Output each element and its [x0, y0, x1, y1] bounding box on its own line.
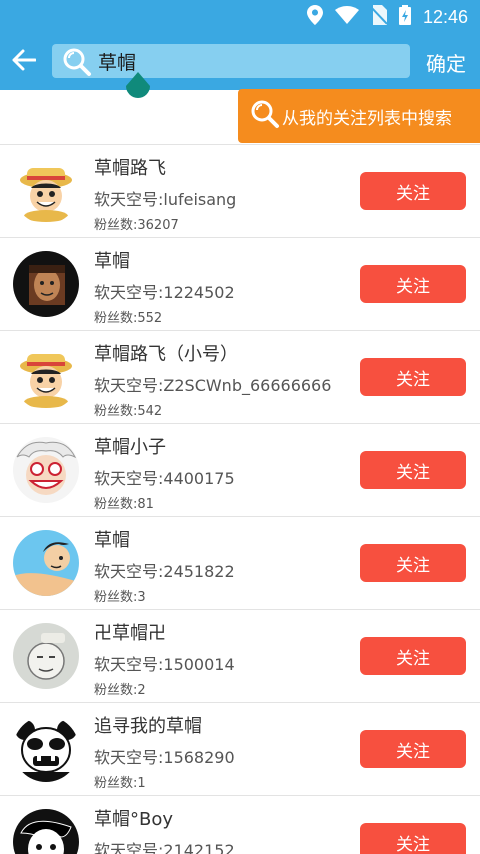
user-row[interactable]: 草帽路飞（小号） 软天空号:Z2SCWnb_66666666 粉丝数:542 关…	[0, 330, 480, 423]
user-row[interactable]: 追寻我的草帽 软天空号:1568290 粉丝数:1 关注	[0, 702, 480, 795]
follow-button[interactable]: 关注	[360, 730, 466, 768]
user-id: 软天空号:1224502	[94, 283, 235, 302]
no-sim-icon	[370, 5, 388, 29]
user-row[interactable]: 草帽 软天空号:2451822 粉丝数:3 关注	[0, 516, 480, 609]
back-arrow-icon	[12, 49, 37, 75]
user-fans: 粉丝数:1	[94, 776, 146, 791]
search-box[interactable]	[52, 44, 410, 78]
gear-fifth-luffy-icon[interactable]	[13, 437, 79, 503]
battery-charging-icon	[398, 5, 411, 29]
user-row[interactable]: 草帽°Boy 软天空号:2142152 关注	[0, 795, 480, 854]
text-cursor-handle[interactable]	[124, 72, 152, 108]
user-name: 草帽路飞（小号）	[94, 344, 238, 365]
luffy-straw-hat-icon[interactable]	[13, 158, 79, 224]
confirm-button[interactable]: 确定	[426, 48, 466, 77]
luffy-straw-hat-icon[interactable]	[13, 344, 79, 410]
follow-button[interactable]: 关注	[360, 544, 466, 582]
user-id: 软天空号:1500014	[94, 655, 235, 674]
user-name: 卍草帽卍	[94, 623, 166, 644]
search-in-following-label: 从我的关注列表中搜索	[282, 108, 452, 129]
user-fans: 粉丝数:36207	[94, 218, 179, 233]
meme-face-icon[interactable]	[13, 623, 79, 689]
luffy-sky-icon[interactable]	[13, 530, 79, 596]
user-id: 软天空号:2451822	[94, 562, 235, 581]
user-row[interactable]: 草帽 软天空号:1224502 粉丝数:552 关注	[0, 237, 480, 330]
user-id: 软天空号:Z2SCWnb_66666666	[94, 376, 332, 395]
follow-button[interactable]: 关注	[360, 358, 466, 396]
user-name: 草帽°Boy	[94, 809, 174, 830]
user-row[interactable]: 草帽小子 软天空号:4400175 粉丝数:81 关注	[0, 423, 480, 516]
search-header: 确定	[0, 34, 480, 90]
user-id: 软天空号:1568290	[94, 748, 235, 767]
manga-luffy-icon[interactable]	[13, 809, 79, 854]
follow-button[interactable]: 关注	[360, 172, 466, 210]
user-fans: 粉丝数:2	[94, 683, 146, 698]
user-name: 草帽路飞	[94, 158, 166, 179]
user-id: 软天空号:2142152	[94, 841, 235, 854]
back-button[interactable]	[8, 46, 40, 78]
search-icon	[62, 47, 92, 81]
status-bar: 12:46	[0, 0, 480, 34]
user-name: 草帽	[94, 251, 130, 272]
user-name: 草帽	[94, 530, 130, 551]
screen: 12:46 确定	[0, 0, 480, 854]
follow-button[interactable]: 关注	[360, 265, 466, 303]
location-icon	[306, 5, 323, 29]
search-in-following-button[interactable]: 从我的关注列表中搜索	[238, 89, 480, 143]
status-icons: 12:46	[306, 5, 468, 29]
user-name: 草帽小子	[94, 437, 166, 458]
user-row[interactable]: 草帽路飞 软天空号:lufeisang 粉丝数:36207 关注	[0, 144, 480, 237]
follow-button[interactable]: 关注	[360, 451, 466, 489]
follow-button[interactable]: 关注	[360, 637, 466, 675]
user-id: 软天空号:4400175	[94, 469, 235, 488]
user-name: 追寻我的草帽	[94, 716, 202, 737]
user-fans: 粉丝数:542	[94, 404, 163, 419]
user-id: 软天空号:lufeisang	[94, 190, 237, 209]
user-row[interactable]: 卍草帽卍 软天空号:1500014 粉丝数:2 关注	[0, 609, 480, 702]
search-icon	[250, 99, 280, 133]
user-fans: 粉丝数:552	[94, 311, 163, 326]
status-time: 12:46	[422, 6, 468, 27]
panda-meme-icon[interactable]	[13, 716, 79, 782]
follow-button[interactable]: 关注	[360, 823, 466, 854]
user-fans: 粉丝数:81	[94, 497, 154, 512]
dark-portrait-icon[interactable]	[13, 251, 79, 317]
user-fans: 粉丝数:3	[94, 590, 146, 605]
wifi-icon	[334, 6, 359, 28]
user-list: 草帽路飞 软天空号:lufeisang 粉丝数:36207 关注 草帽 软天空号…	[0, 144, 480, 854]
